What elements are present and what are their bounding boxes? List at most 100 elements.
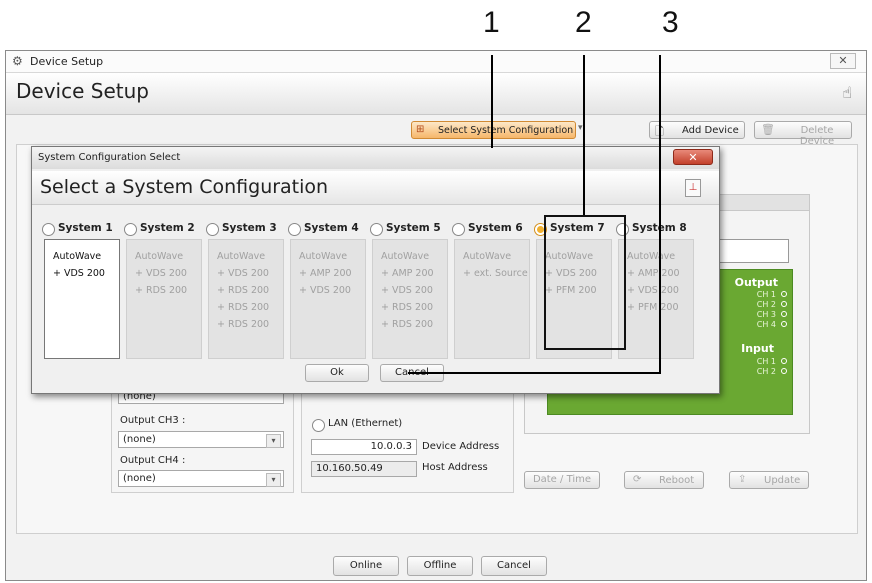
- system-3-component: + RDS 200: [217, 319, 270, 330]
- device-address-input[interactable]: 10.0.0.3: [311, 439, 417, 455]
- input-ch1-connector-icon: [781, 358, 787, 364]
- system-1-radio[interactable]: [42, 223, 55, 236]
- output-ch3-value: (none): [123, 434, 156, 445]
- system-5-component: + AMP 200: [381, 268, 434, 279]
- output-ch1: CH 1: [756, 290, 776, 299]
- callout-2: 2: [575, 6, 592, 39]
- system-1-component: AutoWave: [53, 251, 102, 262]
- system-4-component: + VDS 200: [299, 285, 351, 296]
- online-label: Online: [349, 560, 383, 571]
- system-4-components[interactable]: AutoWave + AMP 200 + VDS 200: [290, 239, 366, 359]
- offline-label: Offline: [423, 560, 457, 571]
- system-2-component: + RDS 200: [135, 285, 188, 296]
- system-1-components[interactable]: AutoWave + VDS 200: [44, 239, 120, 359]
- output-ch3-label: Output CH3 :: [120, 415, 186, 426]
- output-ch1-connector-icon: [781, 291, 787, 297]
- callout-3-horizontal-line: [408, 372, 661, 374]
- output-ch4: CH 4: [756, 320, 776, 329]
- chevron-down-icon[interactable]: ▾: [578, 123, 583, 133]
- output-ch4-value: (none): [123, 473, 156, 484]
- configuration-icon: ⊞: [416, 124, 425, 135]
- delete-device-button[interactable]: 🗑 Delete Device: [754, 121, 852, 147]
- output-channels-panel: (none) Output CH3 : (none) ▾ Output CH4 …: [111, 381, 294, 493]
- callout-1-leader-line: [491, 55, 493, 148]
- system-1-component: + VDS 200: [53, 268, 105, 279]
- system-5-radio[interactable]: [370, 223, 383, 236]
- chevron-down-icon: ▾: [266, 473, 281, 487]
- update-icon: ⇪: [738, 474, 747, 485]
- hand-pointer-icon[interactable]: ☝: [842, 83, 852, 102]
- output-ch2-connector-icon: [781, 301, 787, 307]
- output-ch4-connector-icon: [781, 321, 787, 327]
- system-2-radio[interactable]: [124, 223, 137, 236]
- system-5-label[interactable]: System 5: [386, 222, 441, 234]
- callout-1: 1: [483, 6, 500, 39]
- output-ch4-select[interactable]: (none) ▾: [118, 470, 284, 487]
- dialog-close-button[interactable]: ✕: [673, 149, 713, 165]
- app-icon: ⚙: [12, 54, 23, 68]
- dialog-heading: Select a System Configuration: [40, 176, 329, 198]
- system-6-components[interactable]: AutoWave + ext. Source: [454, 239, 530, 359]
- host-address-value: 10.160.50.49: [316, 463, 383, 474]
- add-device-button[interactable]: 🗋 Add Device: [649, 121, 745, 139]
- ok-button[interactable]: Ok: [305, 364, 369, 382]
- reboot-button[interactable]: ⟳ Reboot: [624, 471, 704, 489]
- system-5-components[interactable]: AutoWave + AMP 200 + VDS 200 + RDS 200 + RDS…: [372, 239, 448, 359]
- system-4-label[interactable]: System 4: [304, 222, 359, 234]
- output-ch3-connector-icon: [781, 311, 787, 317]
- date-time-button[interactable]: Date / Time: [524, 471, 600, 489]
- system-3-radio[interactable]: [206, 223, 219, 236]
- system-3-component: + VDS 200: [217, 268, 269, 279]
- chevron-down-icon: ▾: [266, 434, 281, 448]
- dialog-title: System Configuration Select: [38, 152, 181, 163]
- system-5-component: AutoWave: [381, 251, 430, 262]
- system-3-component: + RDS 200: [217, 285, 270, 296]
- system-3-components[interactable]: AutoWave + VDS 200 + RDS 200 + RDS 200 + RDS…: [208, 239, 284, 359]
- system-3-component: AutoWave: [217, 251, 266, 262]
- output-ch2: CH 2: [756, 300, 776, 309]
- system-6-component: AutoWave: [463, 251, 512, 262]
- online-button[interactable]: Online: [333, 556, 399, 576]
- trash-icon: 🗑: [761, 123, 775, 136]
- footer-cancel-label: Cancel: [497, 560, 531, 571]
- system-8-components[interactable]: AutoWave + AMP 200 + VDS 200 + PFM 200: [618, 239, 694, 359]
- network-panel: LAN (Ethernet) 10.0.0.3 Device Address 1…: [301, 391, 514, 493]
- output-ch3-select[interactable]: (none) ▾: [118, 431, 284, 448]
- host-address-select[interactable]: 10.160.50.49: [311, 461, 417, 477]
- reboot-icon: ⟳: [633, 474, 642, 485]
- system-6-radio[interactable]: [452, 223, 465, 236]
- dialog-header: Select a System Configuration ⊥: [32, 171, 719, 205]
- update-label: Update: [764, 475, 801, 486]
- select-system-configuration-label: Select System Configuration: [438, 125, 574, 136]
- system-1-label[interactable]: System 1: [58, 222, 113, 234]
- lan-label: LAN (Ethernet): [328, 418, 403, 429]
- system-6-label[interactable]: System 6: [468, 222, 523, 234]
- system-2-components[interactable]: AutoWave + VDS 200 + RDS 200: [126, 239, 202, 359]
- input-ch1: CH 1: [756, 357, 776, 366]
- output-label: Output: [734, 276, 778, 289]
- callout-3: 3: [662, 6, 679, 39]
- output-ch4-label: Output CH4 :: [120, 455, 186, 466]
- select-system-configuration-button[interactable]: ⊞ Select System Configuration: [411, 121, 576, 139]
- system-3-label[interactable]: System 3: [222, 222, 277, 234]
- window-close-button[interactable]: ✕: [830, 53, 856, 69]
- window-header: Device Setup ☝: [6, 73, 866, 115]
- system-4-component: + AMP 200: [299, 268, 352, 279]
- offline-button[interactable]: Offline: [407, 556, 473, 576]
- input-ch2: CH 2: [756, 367, 776, 376]
- date-time-label: Date / Time: [532, 474, 592, 485]
- footer-cancel-button[interactable]: Cancel: [481, 556, 547, 576]
- output-ch3: CH 3: [756, 310, 776, 319]
- lan-radio[interactable]: [312, 419, 325, 432]
- system-2-label[interactable]: System 2: [140, 222, 195, 234]
- device-address-value: 10.0.0.3: [370, 441, 412, 452]
- update-button[interactable]: ⇪ Update: [729, 471, 809, 489]
- window-title: Device Setup: [30, 55, 104, 68]
- ok-label: Ok: [330, 367, 344, 378]
- reboot-label: Reboot: [659, 475, 695, 486]
- system-5-component: + RDS 200: [381, 302, 434, 313]
- device-address-label: Device Address: [422, 441, 500, 452]
- system-3-component: + RDS 200: [217, 302, 270, 313]
- system-4-radio[interactable]: [288, 223, 301, 236]
- system-4-component: AutoWave: [299, 251, 348, 262]
